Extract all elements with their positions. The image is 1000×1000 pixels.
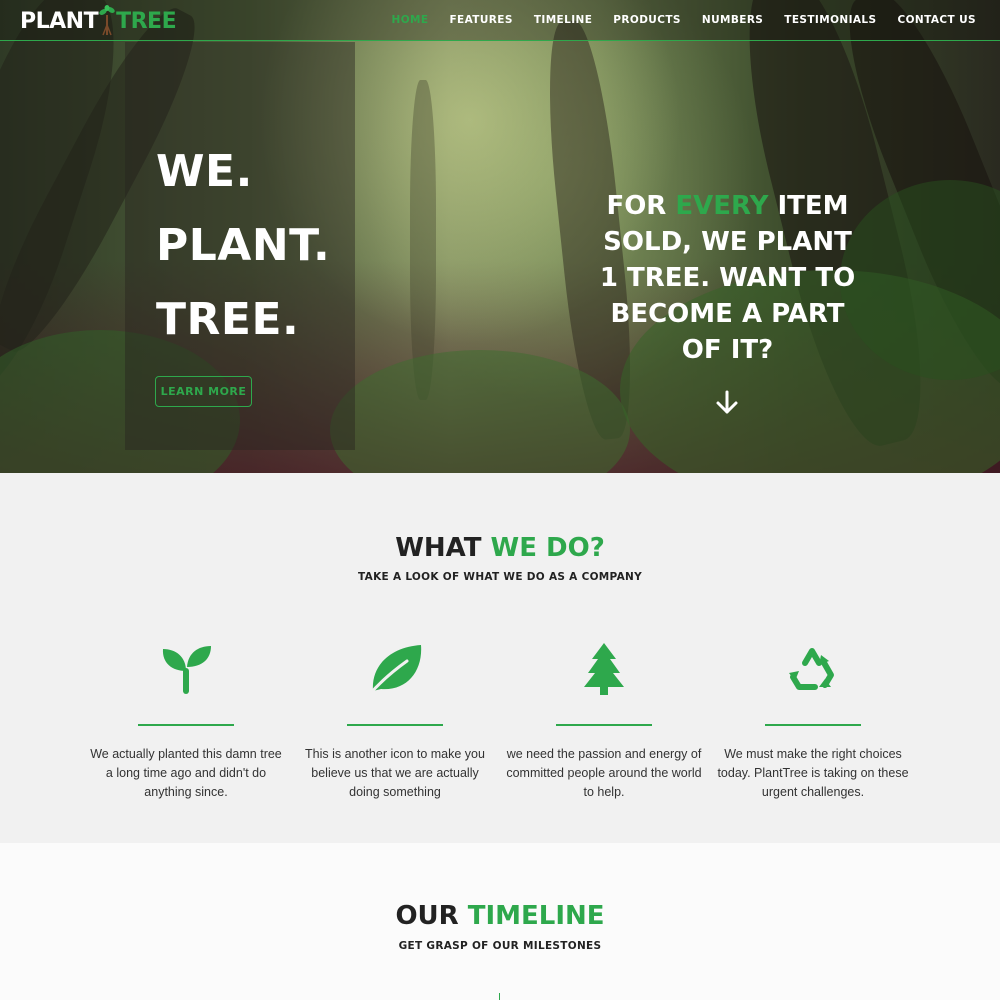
section-subheading: GET GRASP OF OUR MILESTONES	[398, 940, 602, 952]
feature-description: we need the passion and energy of commit…	[506, 747, 702, 799]
feature-description: We must make the right choices today. Pl…	[717, 747, 909, 799]
nav-testimonials[interactable]: TESTIMONIALS	[784, 14, 876, 26]
heading-dark: WHAT	[395, 533, 491, 563]
sprout-icon	[162, 646, 211, 694]
heading-green: TIMELINE	[467, 901, 605, 931]
divider	[556, 724, 652, 726]
pitch-text: FOR	[606, 191, 676, 221]
hero-title: WE. PLANT. TREE.	[156, 135, 330, 357]
feature-card: we need the passion and energy of commit…	[504, 641, 704, 801]
nav-timeline[interactable]: TIMELINE	[534, 14, 592, 26]
heading-dark: OUR	[395, 901, 468, 931]
logo[interactable]: PLANT TREE	[20, 3, 177, 37]
section-subheading: TAKE A LOOK OF WHAT WE DO AS A COMPANY	[358, 571, 642, 583]
timeline-section: OUR TIMELINE GET GRASP OF OUR MILESTONES	[0, 843, 1000, 1000]
nav-contact-us[interactable]: CONTACT US	[897, 14, 976, 26]
divider	[765, 724, 861, 726]
feature-description: We actually planted this damn tree a lon…	[90, 747, 282, 799]
feature-card: We actually planted this damn tree a lon…	[86, 641, 286, 801]
feature-description: This is another icon to make you believe…	[305, 747, 485, 799]
top-navbar: PLANT TREE HOME FEATURES TIMELINE PRODUC…	[0, 0, 1000, 41]
leaf-icon	[367, 645, 422, 697]
feature-card: This is another icon to make you believe…	[295, 641, 495, 801]
hero-title-line: TREE.	[156, 294, 300, 345]
learn-more-button[interactable]: LEARN MORE	[155, 376, 252, 407]
nav-products[interactable]: PRODUCTS	[613, 14, 681, 26]
sapling-logo-icon	[99, 5, 115, 36]
divider	[138, 724, 234, 726]
timeline-line	[499, 993, 500, 1000]
section-heading: OUR TIMELINE	[0, 901, 1000, 931]
arrow-down-icon[interactable]	[715, 390, 739, 416]
logo-tree-text: TREE	[116, 9, 177, 34]
what-we-do-section: WHAT WE DO? TAKE A LOOK OF WHAT WE DO AS…	[0, 473, 1000, 843]
nav-home[interactable]: HOME	[392, 14, 429, 26]
recycle-icon	[789, 648, 834, 690]
hero-title-line: PLANT.	[156, 220, 331, 271]
nav-numbers[interactable]: NUMBERS	[702, 14, 763, 26]
nav-features[interactable]: FEATURES	[449, 14, 512, 26]
pitch-highlight: EVERY	[675, 191, 769, 221]
hero-section: WE. PLANT. TREE. LEARN MORE FOR EVERY IT…	[0, 0, 1000, 473]
nav-menu: HOME FEATURES TIMELINE PRODUCTS NUMBERS …	[392, 0, 976, 40]
heading-green: WE DO?	[490, 533, 605, 563]
pine-tree-icon	[584, 643, 624, 695]
hero-title-line: WE.	[156, 146, 253, 197]
feature-card: We must make the right choices today. Pl…	[713, 641, 913, 801]
tree-trunk	[410, 80, 436, 400]
hero-pitch: FOR EVERY ITEM SOLD, WE PLANT 1 TREE. WA…	[590, 188, 865, 368]
logo-plant-text: PLANT	[20, 9, 99, 34]
divider	[347, 724, 443, 726]
section-heading: WHAT WE DO?	[0, 533, 1000, 563]
